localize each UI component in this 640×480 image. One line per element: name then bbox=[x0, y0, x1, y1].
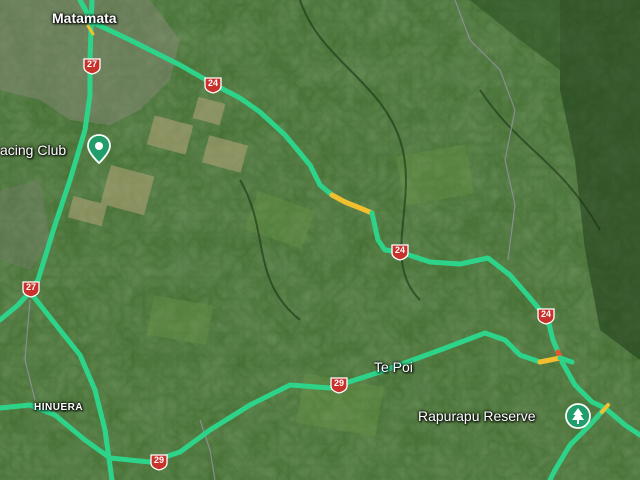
shield-number: 27 bbox=[86, 59, 97, 69]
route-shield[interactable]: 27 bbox=[83, 57, 101, 75]
park-label[interactable]: Rapurapu Reserve bbox=[418, 408, 536, 424]
tree-icon bbox=[565, 403, 591, 429]
route-shield[interactable]: 27 bbox=[22, 280, 40, 298]
route-shield[interactable]: 29 bbox=[150, 453, 168, 471]
map-view[interactable]: 27 24 27 24 24 29 29 Matamata acing Club… bbox=[0, 0, 640, 480]
park-marker[interactable] bbox=[564, 402, 592, 435]
shield-number: 24 bbox=[207, 78, 218, 88]
route-shield[interactable]: 24 bbox=[537, 307, 555, 325]
locality-label[interactable]: HINUERA bbox=[34, 402, 83, 413]
route-shield[interactable]: 24 bbox=[391, 243, 409, 261]
poi-label[interactable]: acing Club bbox=[0, 142, 66, 158]
poi-marker[interactable] bbox=[86, 134, 112, 169]
locality-label[interactable]: Te Poi bbox=[374, 359, 413, 375]
map-pin-icon bbox=[87, 134, 111, 165]
shield-number: 24 bbox=[540, 309, 551, 319]
shield-number: 29 bbox=[333, 378, 344, 388]
town-label[interactable]: Matamata bbox=[52, 10, 117, 26]
route-shield[interactable]: 29 bbox=[330, 376, 348, 394]
shield-number: 29 bbox=[153, 455, 164, 465]
shield-number: 27 bbox=[25, 282, 36, 292]
shield-number: 24 bbox=[394, 245, 405, 255]
route-shield[interactable]: 24 bbox=[204, 76, 222, 94]
